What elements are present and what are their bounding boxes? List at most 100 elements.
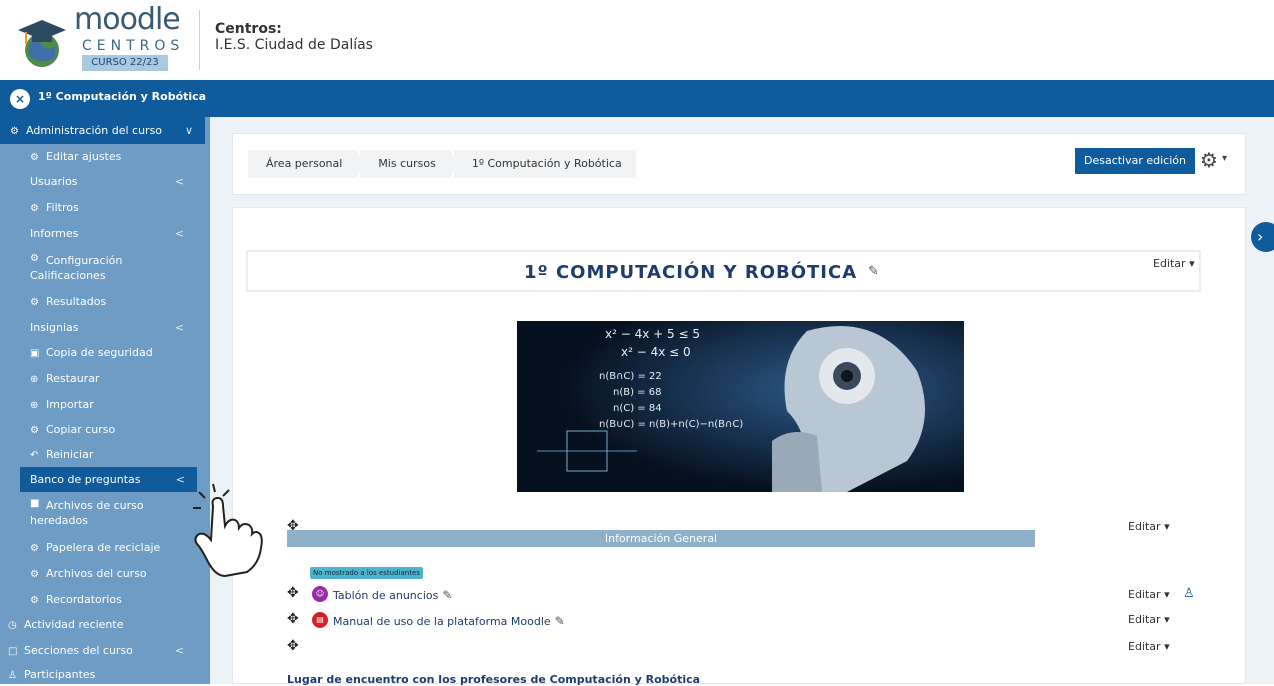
gear-icon: ⚙ (30, 203, 39, 214)
sidebar-item-label: Recordatorios (46, 593, 122, 606)
gear-icon: ⚙ (30, 425, 39, 436)
gear-icon[interactable]: ⚙ (1200, 148, 1218, 172)
sidebar-item-label: Participantes (24, 668, 96, 681)
sidebar-item-reminders[interactable]: ⚙ Recordatorios (0, 587, 210, 613)
caret-down-icon[interactable]: ▾ (1222, 153, 1227, 164)
caret-down-icon: ▾ (1189, 257, 1195, 270)
sidebar-item-legacy-files[interactable]: ■ Archivos de curso heredados (0, 496, 210, 532)
gear-icon: ⚙ (10, 126, 19, 137)
course-topbar: × 1º Computación y Robótica (0, 80, 1274, 117)
section-heading-text: Lugar de encuentro con los profesores de… (287, 673, 701, 686)
activity-label: Tablón de anuncios (333, 589, 439, 602)
pencil-icon[interactable]: ✎ (555, 614, 565, 628)
edit-menu[interactable]: Editar ▾ (1128, 588, 1170, 601)
breadcrumb: Área personal Mis cursos 1º Computación … (248, 150, 640, 178)
sidebar-item-backup[interactable]: ▣ Copia de seguridad (0, 340, 210, 366)
activity-link[interactable]: Tablón de anuncios ✎ (333, 588, 452, 602)
ai-robot-illustration (517, 321, 964, 492)
sidebar-item-course-files[interactable]: ⚙ Archivos del curso (0, 561, 210, 587)
close-drawer-icon[interactable]: × (10, 89, 30, 109)
graduation-cap-globe-icon (18, 20, 66, 67)
edit-label: Editar (1128, 640, 1161, 653)
breadcrumb-item[interactable]: Mis cursos (360, 150, 459, 178)
clock-icon: ◷ (8, 620, 17, 631)
sidebar-item-label: Banco de preguntas (30, 473, 141, 486)
chevron-left-icon: < (174, 321, 184, 334)
move-icon[interactable]: ✥ (287, 585, 299, 601)
sidebar-item-restore[interactable]: ⊕ Restaurar (0, 366, 210, 392)
edit-label: Editar (1128, 588, 1161, 601)
edit-menu[interactable]: Editar ▾ (1128, 520, 1170, 533)
logo-course-year: CURSO 22/23 (82, 55, 168, 71)
sidebar-item-filters[interactable]: ⚙ Filtros (0, 195, 210, 221)
sidebar-item-label: Archivos de curso heredados (30, 499, 144, 527)
sidebar-item-reset[interactable]: ↶ Reiniciar (0, 443, 210, 467)
pencil-icon[interactable]: ✎ (442, 588, 452, 602)
sidebar-item-outcomes[interactable]: ⚙ Resultados (0, 289, 210, 315)
sidebar-item-edit-settings[interactable]: ⚙ Editar ajustes (0, 144, 210, 169)
formula-text: n(B∪C) = n(B)+n(C)−n(B∩C) (599, 419, 744, 430)
sidebar-item-users[interactable]: Usuarios < (0, 169, 210, 195)
sidebar-item-copy-course[interactable]: ⚙ Copiar curso (0, 417, 210, 443)
hidden-from-students-badge: No mostrado a los estudiantes (310, 567, 423, 579)
formula-text: x² − 4x + 5 ≤ 5 (605, 327, 700, 341)
sidebar-item-course-admin[interactable]: ⚙ Administración del curso ∨ (0, 117, 205, 144)
logo-word: moodle (74, 2, 181, 37)
sidebar-item-reports[interactable]: Informes < (0, 221, 210, 247)
sidebar-item-recycle-bin[interactable]: ⚙ Papelera de reciclaje (0, 535, 210, 561)
edit-menu[interactable]: Editar ▾ (1153, 257, 1195, 270)
forum-icon: ☺ (312, 586, 328, 602)
pencil-icon[interactable]: ✎ (868, 264, 879, 279)
sidebar-item-label: Editar ajustes (46, 150, 122, 163)
gear-icon: ⚙ (30, 595, 39, 606)
sidebar-item-label: Administración del curso (26, 124, 163, 137)
caret-down-icon: ▾ (1164, 520, 1170, 533)
person-icon[interactable]: ♙ (1183, 586, 1195, 601)
sidebar-item-badges[interactable]: Insignias < (0, 315, 210, 341)
toggle-editing-button[interactable]: Desactivar edición (1075, 148, 1195, 174)
sidebar-item-label: Importar (46, 398, 94, 411)
formula-text: x² − 4x ≤ 0 (621, 345, 691, 359)
course-title: 1º COMPUTACIÓN Y ROBÓTICA (524, 262, 858, 283)
sidebar-item-question-bank[interactable]: Banco de preguntas < (20, 467, 197, 492)
sidebar-item-import[interactable]: ⊕ Importar (0, 392, 210, 418)
backup-icon: ▣ (30, 348, 40, 359)
sidebar-item-label: Restaurar (46, 372, 100, 385)
caret-down-icon: ▾ (1164, 588, 1170, 601)
sidebar-item-label: Copiar curso (46, 423, 116, 436)
breadcrumb-item[interactable]: Área personal (248, 150, 366, 178)
sidebar-item-participants[interactable]: ♙ Participantes (0, 664, 210, 684)
moodle-centros-logo[interactable]: moodle CENTROS CURSO 22/23 (14, 2, 181, 71)
sidebar-item-label: Insignias (30, 321, 79, 334)
sidebar-item-label: Secciones del curso (24, 644, 133, 657)
section-title-bar[interactable]: Información General (287, 530, 1035, 547)
edit-menu[interactable]: Editar ▾ (1128, 640, 1170, 653)
center-label: Centros: (215, 21, 282, 37)
people-icon: ♙ (8, 670, 17, 681)
sidebar-item-recent-activity[interactable]: ◷ Actividad reciente (0, 612, 210, 638)
sidebar-item-grade-config[interactable]: ⚙ Configuración Calificaciones (0, 249, 210, 287)
sidebar-item-label: Reiniciar (46, 448, 94, 461)
breadcrumb-item[interactable]: 1º Computación y Robótica (453, 150, 636, 178)
gear-icon: ⚙ (30, 152, 39, 163)
sidebar-item-label: Resultados (46, 295, 107, 308)
chevron-right-icon[interactable]: › (1251, 222, 1274, 252)
pointing-hand-icon (193, 483, 263, 578)
move-icon[interactable]: ✥ (287, 611, 299, 627)
chevron-down-icon: ∨ (184, 124, 193, 137)
import-icon: ⊕ (30, 400, 39, 411)
edit-menu[interactable]: Editar ▾ (1128, 613, 1170, 626)
activity-link[interactable]: Manual de uso de la plataforma Moodle ✎ (333, 614, 565, 628)
course-short-title[interactable]: 1º Computación y Robótica (38, 90, 206, 103)
sidebar-item-label: Configuración Calificaciones (30, 254, 123, 282)
edit-label: Editar (1128, 613, 1161, 626)
sidebar-item-label: Archivos del curso (46, 567, 147, 580)
header-divider (199, 10, 200, 70)
sidebar-item-course-sections[interactable]: □ Secciones del curso < (0, 638, 210, 664)
chevron-left-icon: < (174, 227, 184, 240)
chevron-left-icon: < (174, 644, 184, 657)
gear-icon: ⚙ (30, 297, 39, 308)
sidebar-item-label: Filtros (46, 201, 79, 214)
move-icon[interactable]: ✥ (287, 638, 299, 654)
caret-down-icon: ▾ (1164, 640, 1170, 653)
